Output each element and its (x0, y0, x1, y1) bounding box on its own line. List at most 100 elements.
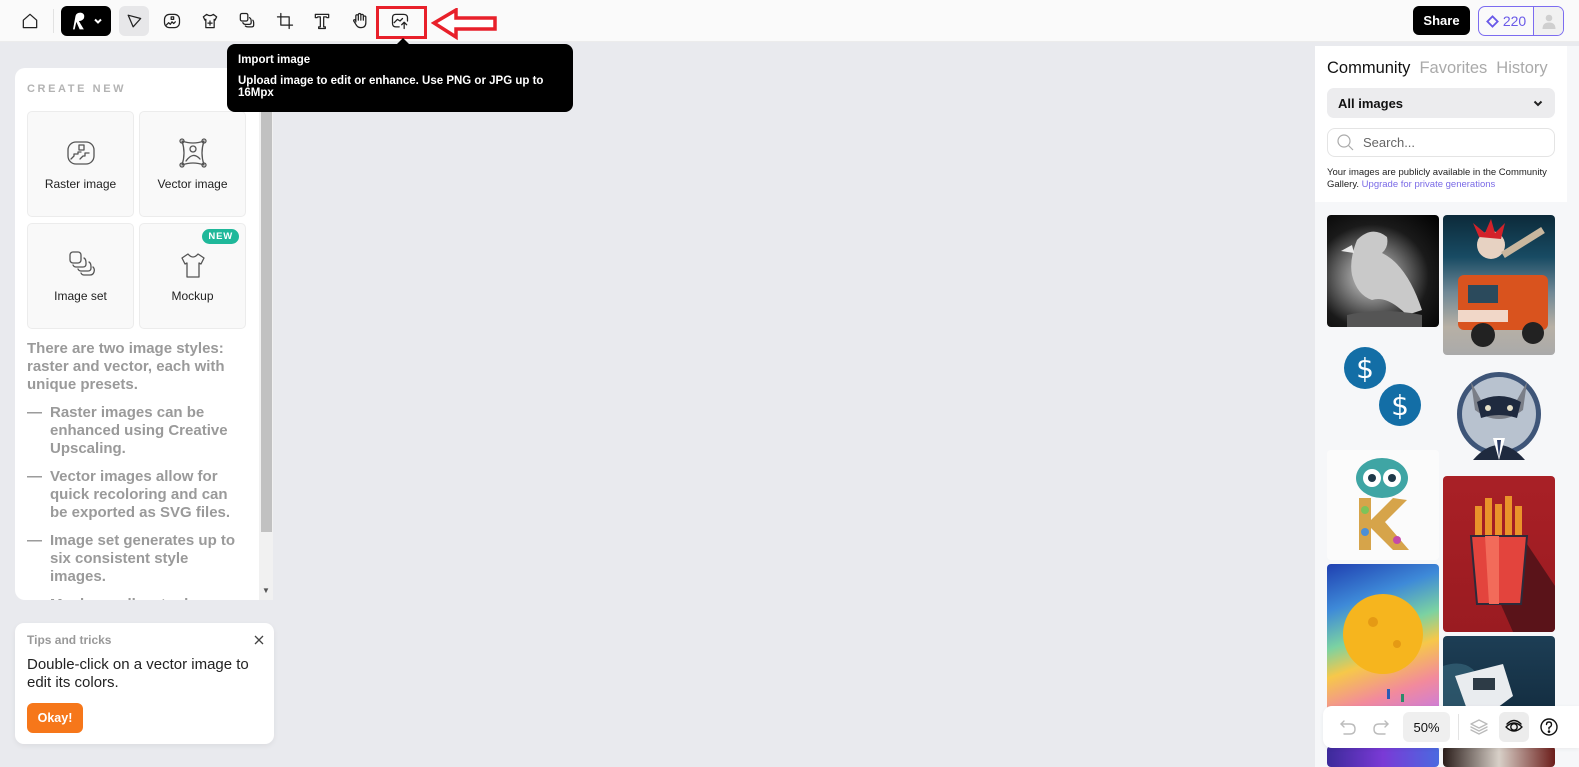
help-icon (1540, 718, 1558, 736)
info-list: — Raster images can be enhanced using Cre… (27, 404, 247, 600)
select-tool[interactable] (119, 6, 149, 36)
scroll-down-arrow-icon[interactable]: ▼ (261, 586, 271, 596)
gallery-note: Your images are publicly available in th… (1327, 167, 1547, 190)
raster-image-icon (66, 141, 95, 165)
raster-image-card[interactable]: Raster image (27, 111, 134, 217)
card-label: Mockup (171, 289, 214, 303)
undo-icon (1340, 720, 1356, 735)
crop-tool[interactable] (271, 7, 299, 35)
close-icon (254, 635, 264, 645)
gallery-image-fire-truck[interactable] (1443, 215, 1555, 355)
tips-close-button[interactable] (253, 633, 265, 645)
tshirt-icon (180, 253, 205, 278)
credits-button[interactable]: 220 (1479, 7, 1533, 35)
tab-favorites[interactable]: Favorites (1419, 59, 1487, 78)
image-filter-select[interactable]: All images (1327, 88, 1555, 118)
image-set-icon (239, 12, 255, 28)
card-label: Image set (54, 289, 107, 303)
zoombar-divider (1458, 714, 1459, 740)
gallery-tabs: Community Favorites History (1327, 59, 1548, 78)
undo-button[interactable] (1335, 712, 1361, 742)
info-item: —Mockups allow to drag an (27, 596, 247, 600)
gallery-image-raccoon[interactable] (1443, 360, 1555, 468)
tab-community[interactable]: Community (1327, 59, 1410, 78)
gallery-image-eagle[interactable] (1327, 215, 1439, 327)
preview-toggle[interactable] (1499, 712, 1529, 742)
card-label: Raster image (44, 177, 117, 191)
raster-tool[interactable] (158, 7, 186, 35)
raster-image-icon (163, 13, 181, 29)
mockup-tool[interactable] (196, 7, 224, 35)
diamond-credits-icon (1485, 14, 1499, 28)
share-button[interactable]: Share (1413, 6, 1470, 35)
eagle-illustration-icon (1341, 231, 1422, 327)
gallery-image-planet[interactable] (1327, 564, 1439, 714)
credits-widget[interactable]: 220 (1478, 6, 1564, 36)
vector-image-icon (178, 138, 207, 168)
dollar-coins-illustration-icon: $ $ (1344, 347, 1421, 426)
image-styles-info: There are two image styles: raster and v… (27, 340, 247, 600)
search-icon (1337, 133, 1354, 150)
app-menu-button[interactable] (61, 6, 111, 36)
top-toolbar: Share 220 (0, 0, 1579, 42)
monster-k-illustration-icon (1356, 458, 1409, 550)
zoom-level[interactable]: 50% (1403, 712, 1450, 742)
redo-icon (1373, 720, 1389, 735)
highlight-annotation-box (376, 6, 427, 39)
text-icon (314, 13, 330, 30)
planet-illustration-icon (1343, 594, 1423, 702)
gallery-image-fries[interactable] (1443, 476, 1555, 632)
layers-icon (1470, 719, 1488, 735)
pointer-icon (127, 14, 142, 28)
tshirt-icon (202, 13, 218, 29)
tab-history[interactable]: History (1496, 59, 1547, 78)
text-tool[interactable] (308, 7, 336, 35)
gallery-image-dark[interactable] (1443, 746, 1555, 767)
logo-icon (73, 12, 85, 30)
svg-text:$: $ (1356, 352, 1374, 385)
help-button[interactable] (1536, 712, 1562, 742)
red-arrow-annotation-icon (431, 8, 497, 41)
tips-title: Tips and tricks (27, 633, 112, 647)
okay-button[interactable]: Okay! (27, 703, 83, 733)
chevron-down-icon (94, 18, 102, 24)
panel-scrollbar-thumb[interactable] (261, 100, 272, 532)
mockup-card[interactable]: NEW Mockup (139, 223, 246, 329)
image-set-tool[interactable] (233, 7, 261, 35)
toolbar-divider (53, 9, 54, 33)
tips-body: Double-click on a vector image to edit i… (27, 656, 249, 691)
image-set-card[interactable]: Image set (27, 223, 134, 329)
vector-image-card[interactable]: Vector image (139, 111, 246, 217)
chevron-down-icon (1533, 100, 1543, 107)
crop-icon (276, 12, 294, 30)
fries-illustration-icon (1469, 496, 1555, 632)
gallery-image-dollar-coins[interactable]: $ $ (1327, 337, 1439, 449)
filter-value: All images (1338, 95, 1404, 111)
info-item: — Image set generates up to six consisten… (27, 532, 236, 585)
home-icon (22, 13, 38, 29)
gallery-image-galaxy[interactable] (1327, 746, 1439, 767)
upgrade-link[interactable]: Upgrade for private generations (1362, 179, 1496, 190)
info-intro: There are two image styles: raster and v… (27, 340, 225, 393)
tooltip-body: Upload image to edit or enhance. Use PNG… (238, 75, 544, 100)
hand-tool[interactable] (346, 7, 374, 35)
card-label: Vector image (157, 177, 228, 191)
info-item: — Vector images allow for quick recolorin… (27, 468, 231, 521)
create-new-panel: CREATE NEW Raster image Vector image Ima… (15, 68, 273, 600)
gallery-image-monster-k[interactable] (1327, 450, 1439, 560)
redo-button[interactable] (1368, 712, 1394, 742)
create-new-heading: CREATE NEW (27, 83, 127, 95)
gallery-search[interactable] (1327, 128, 1555, 157)
tooltip-title: Import image (238, 54, 311, 66)
fire-truck-illustration-icon (1458, 219, 1548, 347)
search-input[interactable] (1363, 135, 1543, 150)
raccoon-mascot-illustration-icon (1457, 372, 1541, 460)
home-button[interactable] (16, 7, 44, 35)
layers-button[interactable] (1466, 712, 1492, 742)
new-badge: NEW (202, 229, 239, 244)
tips-card: Tips and tricks Double-click on a vector… (15, 623, 274, 744)
eye-icon (1505, 719, 1523, 732)
import-image-tooltip: Import image Upload image to edit or enh… (227, 38, 573, 112)
user-icon (1542, 14, 1555, 29)
user-avatar[interactable] (1533, 7, 1563, 35)
